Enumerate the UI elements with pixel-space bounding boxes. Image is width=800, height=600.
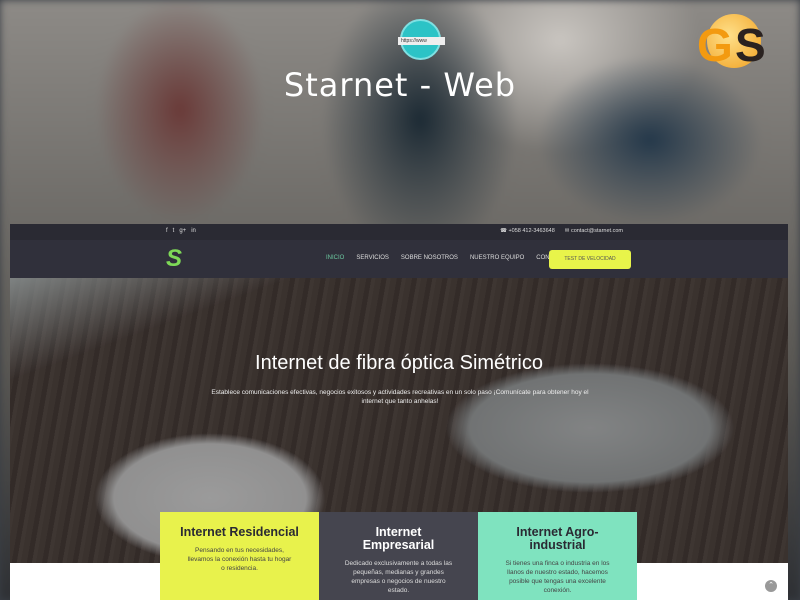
main-nav: S INICIO SERVICIOS SOBRE NOSOTROS NUESTR… [10, 240, 788, 278]
card-text: Dedicado exclusivamente a todas las pequ… [344, 560, 453, 594]
card-text: Si tienes una finca o industria en los l… [505, 560, 610, 594]
globe-url-label: https://www [398, 37, 445, 45]
social-links: f t g+ in [166, 228, 196, 234]
card-title: Internet Residencial [180, 525, 299, 539]
nav-sobre-nosotros[interactable]: SOBRE NOSOTROS [401, 255, 458, 261]
linkedin-icon[interactable]: in [191, 228, 196, 234]
email-link[interactable]: contact@starnet.com [571, 228, 623, 234]
phone: +058 412-3463648 [508, 228, 555, 234]
gs-logo: GS [697, 14, 777, 76]
card-empresarial[interactable]: Internet Empresarial Dedicado exclusivame… [319, 512, 478, 600]
googleplus-icon[interactable]: g+ [179, 228, 186, 234]
starnet-logo[interactable]: S [166, 247, 182, 271]
card-title: Internet Empresarial [362, 525, 435, 552]
facebook-icon[interactable]: f [166, 228, 168, 234]
nav-nuestro-equipo[interactable]: NUESTRO EQUIPO [470, 255, 524, 261]
card-agroindustrial[interactable]: Internet Agro-industrial Si tienes una fi… [478, 512, 637, 600]
hero-title: Internet de fibra óptica Simétrico [255, 352, 543, 374]
mail-icon: ✉ contact@starnet.com [564, 228, 623, 234]
speed-test-button[interactable]: TEST DE VELOCIDAD [549, 250, 631, 269]
top-bar: f t g+ in ☎ +058 412-3463648 ✉ contact@s… [10, 224, 788, 240]
card-residencial[interactable]: Internet Residencial Pensando en tus nece… [160, 512, 319, 600]
hero-text: Establece comunicaciones efectivas, nego… [211, 389, 589, 405]
nav-inicio[interactable]: INICIO [326, 255, 344, 261]
scroll-to-top-icon[interactable]: ⌃ [765, 580, 777, 592]
website-screenshot: f t g+ in ☎ +058 412-3463648 ✉ contact@s… [10, 224, 788, 600]
phone-icon: ☎ +058 412-3463648 [500, 228, 555, 234]
card-title: Internet Agro-industrial [516, 525, 599, 552]
twitter-icon[interactable]: t [173, 228, 175, 234]
service-cards: Internet Residencial Pensando en tus nece… [160, 512, 637, 600]
nav-servicios[interactable]: SERVICIOS [356, 255, 389, 261]
overlay-title: Starnet - Web [283, 66, 517, 104]
globe-icon: https://www [398, 19, 445, 60]
card-text: Pensando en tus necesidades, llevamos la… [187, 547, 292, 572]
